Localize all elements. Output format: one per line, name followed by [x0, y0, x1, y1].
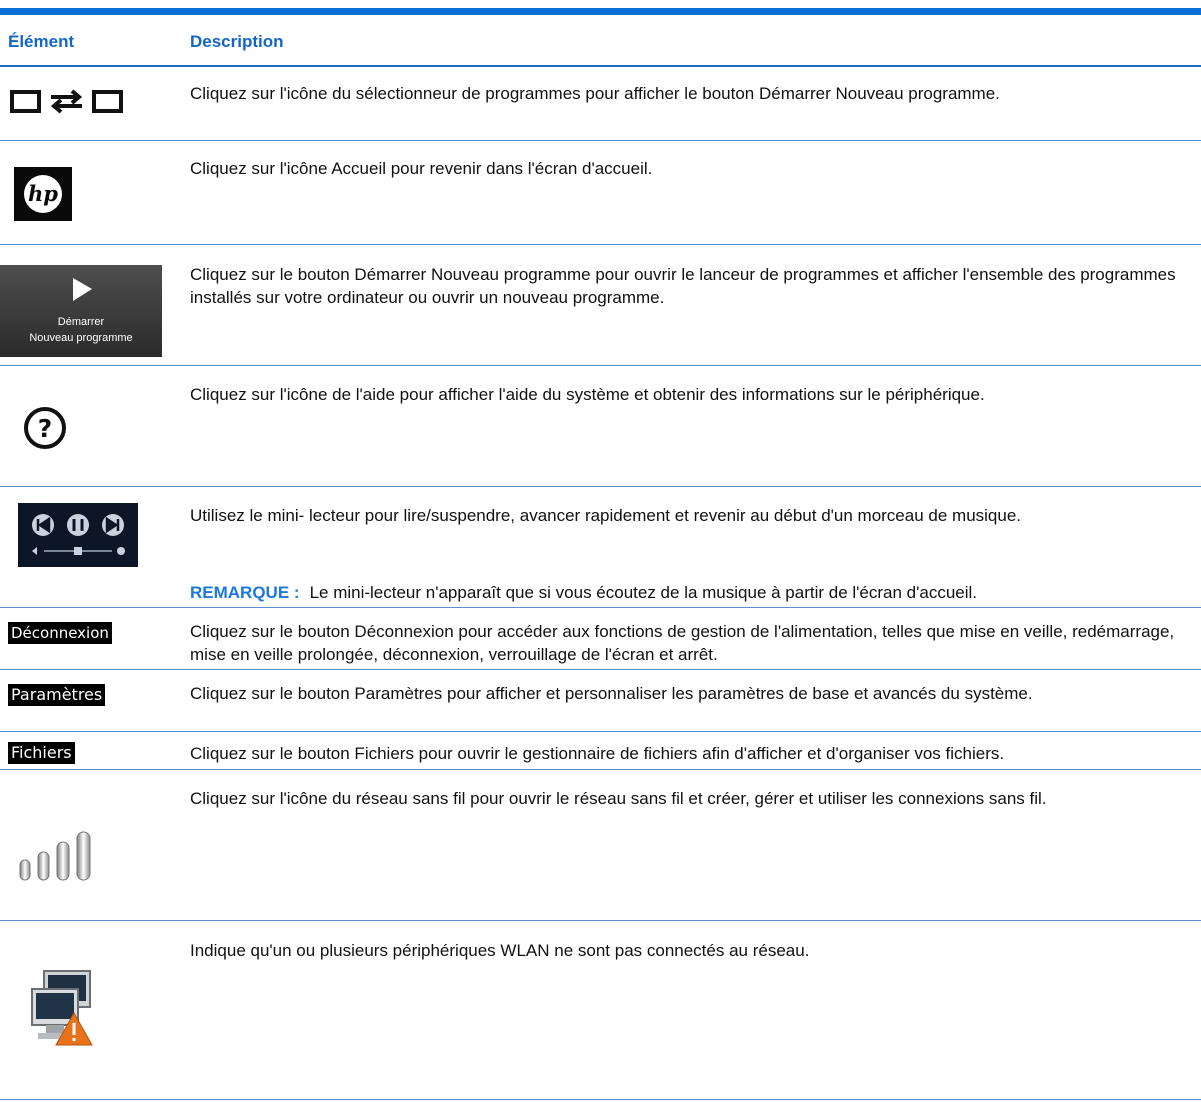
table-row: Déconnexion Cliquez sur le bouton Déconn… — [0, 608, 1201, 670]
svg-text:?: ? — [38, 414, 53, 443]
new-program-label: Nouveau programme — [29, 332, 133, 344]
row-description: Cliquez sur le bouton Fichiers pour ouvr… — [190, 744, 1005, 763]
program-switcher-icon — [8, 84, 126, 123]
settings-button-image: Paramètres — [8, 684, 106, 706]
table-bottom-rule — [0, 1099, 1201, 1100]
row-description: Cliquez sur l'icône Accueil pour revenir… — [190, 159, 653, 178]
note-text: Le mini-lecteur n'apparaît que si vous é… — [309, 583, 978, 602]
table-row: Indique qu'un ou plusieurs périphériques… — [0, 921, 1201, 1099]
row-description: Cliquez sur le bouton Démarrer Nouveau p… — [190, 265, 1176, 307]
note: REMARQUE : Le mini-lecteur n'apparaît que… — [190, 581, 977, 604]
logout-label: Déconnexion — [8, 622, 112, 644]
row-description: Cliquez sur le bouton Déconnexion pour a… — [190, 622, 1175, 664]
mini-player-icon — [18, 503, 138, 572]
table-row: Paramètres Cliquez sur le bouton Paramèt… — [0, 670, 1201, 732]
row-description: Cliquez sur l'icône de l'aide pour affic… — [190, 385, 985, 404]
wlan-disconnected-icon — [30, 969, 94, 1052]
logout-button-image: Déconnexion — [8, 622, 112, 644]
row-description: Indique qu'un ou plusieurs périphériques… — [190, 941, 810, 960]
table-row: Fichiers Cliquez sur le bouton Fichiers … — [0, 732, 1201, 770]
row-description: Utilisez le mini- lecteur pour lire/susp… — [190, 506, 1022, 525]
files-label: Fichiers — [8, 742, 75, 764]
table-header: Élément Description — [0, 15, 1201, 65]
row-description: Cliquez sur l'icône du sélectionneur de … — [190, 84, 1000, 103]
table-row: Utilisez le mini- lecteur pour lire/susp… — [0, 487, 1201, 607]
row-description: Cliquez sur le bouton Paramètres pour af… — [190, 684, 1033, 703]
start-label: Démarrer — [57, 316, 105, 328]
settings-label: Paramètres — [8, 684, 106, 706]
hp-home-icon: hp — [14, 167, 72, 226]
row-description: Cliquez sur l'icône du réseau sans fil p… — [190, 789, 1047, 808]
header-element: Élément — [8, 32, 75, 51]
files-button-image: Fichiers — [8, 742, 75, 764]
table-row: ? Cliquez sur l'icône de l'aide pour aff… — [0, 366, 1201, 486]
table-row: hp Cliquez sur l'icône Accueil pour reve… — [0, 141, 1201, 234]
help-icon: ? — [22, 405, 68, 456]
header-description: Description — [190, 32, 284, 51]
document-page: Élément Description Cliquez sur l'icône … — [0, 0, 1201, 1102]
table-row: Démarrer Nouveau programme Cliquez sur l… — [0, 245, 1201, 365]
start-new-program-button-image: Démarrer Nouveau programme — [0, 265, 162, 357]
note-label: REMARQUE : — [190, 583, 300, 602]
wireless-signal-icon — [18, 830, 98, 887]
table-top-rule — [0, 8, 1201, 15]
svg-text:hp: hp — [28, 181, 58, 206]
table-row: Cliquez sur l'icône du réseau sans fil p… — [0, 770, 1201, 920]
table-row: Cliquez sur l'icône du sélectionneur de … — [0, 66, 1201, 140]
